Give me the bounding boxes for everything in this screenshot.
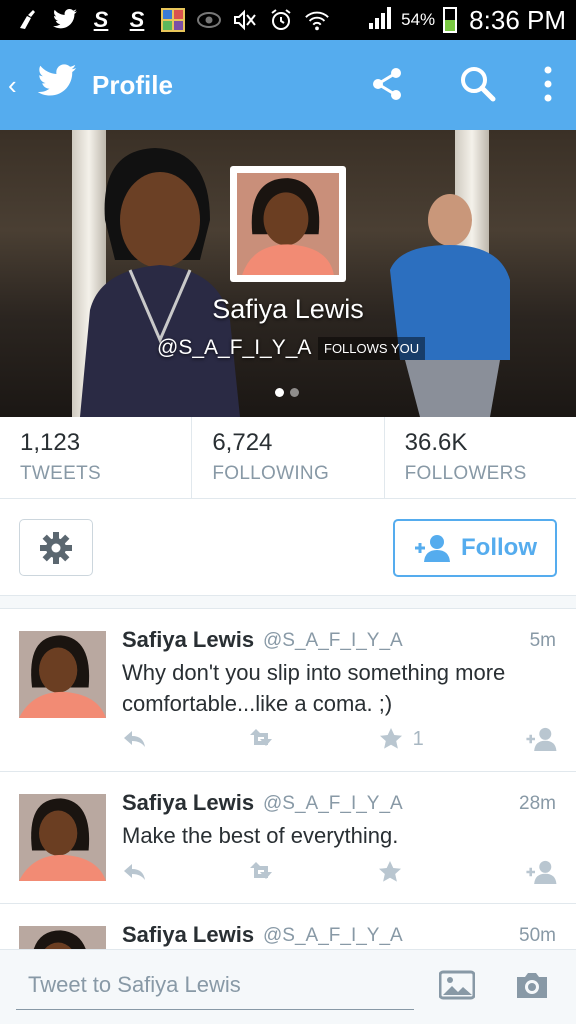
tweet-actions: 1 bbox=[122, 727, 558, 751]
tweet-compose-input[interactable]: Tweet to Safiya Lewis bbox=[16, 972, 414, 1010]
page-title: Profile bbox=[92, 70, 173, 100]
reply-icon[interactable] bbox=[122, 862, 148, 882]
header-page-indicator bbox=[275, 388, 299, 397]
page-dot bbox=[290, 388, 299, 397]
battery-icon bbox=[443, 7, 458, 33]
eye-icon bbox=[196, 7, 222, 33]
follows-you-badge: FOLLOWS YOU bbox=[318, 337, 426, 360]
back-chevron-icon[interactable]: ‹ bbox=[8, 70, 17, 101]
tweet-timestamp: 50m bbox=[519, 925, 556, 946]
wifi-icon bbox=[304, 7, 330, 33]
stat-value: 1,123 bbox=[20, 429, 81, 456]
profile-handle: @S_A_F_I_Y_A bbox=[157, 336, 312, 359]
avatar-photo bbox=[237, 173, 339, 275]
s-app-icon: S bbox=[93, 7, 109, 32]
stat-tweets[interactable]: 1,123 TWEETS bbox=[0, 417, 193, 498]
gear-icon bbox=[40, 531, 72, 564]
tweet-author-handle: @S_A_F_I_Y_A bbox=[263, 630, 403, 651]
tweet-timestamp: 28m bbox=[519, 793, 556, 814]
follow-user-icon[interactable] bbox=[524, 727, 558, 751]
profile-header[interactable]: Safiya Lewis @S_A_F_I_Y_A FOLLOWS YOU bbox=[0, 130, 576, 417]
favorite-count: 1 bbox=[412, 727, 424, 750]
retweet-icon[interactable] bbox=[248, 862, 278, 882]
stat-value: 36.6K bbox=[404, 429, 468, 456]
tweet-item[interactable]: Safiya Lewis @S_A_F_I_Y_A 5m Why don't y… bbox=[0, 609, 576, 772]
tweet-author-handle: @S_A_F_I_Y_A bbox=[263, 925, 403, 946]
status-bar: S S 54% 8:36 PM bbox=[0, 0, 576, 40]
settings-button[interactable] bbox=[19, 519, 93, 576]
star-icon bbox=[379, 861, 401, 882]
star-icon bbox=[379, 728, 402, 749]
share-icon[interactable] bbox=[368, 64, 408, 104]
header-photo-person bbox=[80, 148, 240, 417]
tweet-timeline: Safiya Lewis @S_A_F_I_Y_A 5m Why don't y… bbox=[0, 609, 576, 949]
tweet-author-name[interactable]: Safiya Lewis bbox=[122, 790, 254, 816]
tweet-item[interactable]: Safiya Lewis @S_A_F_I_Y_A 28m Make the b… bbox=[0, 772, 576, 904]
stat-label: FOLLOWING bbox=[212, 463, 330, 484]
clock: 8:36 PM bbox=[469, 4, 566, 35]
stat-value: 6,724 bbox=[212, 429, 273, 456]
camera-icon[interactable] bbox=[514, 970, 550, 1005]
follow-label: Follow bbox=[461, 534, 537, 561]
app-bar: ‹ Profile bbox=[0, 40, 576, 130]
profile-avatar[interactable] bbox=[230, 166, 346, 282]
tweet-avatar[interactable] bbox=[19, 794, 106, 881]
overflow-menu-icon[interactable] bbox=[528, 64, 568, 104]
tweet-text: Why don't you slip into something more c… bbox=[122, 660, 506, 716]
tweet-timestamp: 5m bbox=[529, 630, 556, 651]
twitter-icon bbox=[52, 7, 78, 33]
stat-followers[interactable]: 36.6K FOLLOWERS bbox=[385, 417, 576, 498]
tweet-text: Make the best of everything. bbox=[122, 823, 399, 848]
compose-bar: Tweet to Safiya Lewis bbox=[0, 949, 576, 1024]
favorite-button[interactable] bbox=[378, 860, 424, 884]
profile-actions: Follow bbox=[0, 499, 576, 595]
twitter-logo-icon[interactable] bbox=[36, 64, 78, 105]
tweet-author-name[interactable]: Safiya Lewis bbox=[122, 922, 254, 948]
follow-button[interactable]: Follow bbox=[393, 519, 557, 577]
page-dot bbox=[275, 388, 284, 397]
reply-icon[interactable] bbox=[122, 729, 148, 749]
tweet-item[interactable]: Safiya Lewis @S_A_F_I_Y_A 50m bbox=[0, 904, 576, 949]
search-icon[interactable] bbox=[458, 64, 498, 104]
tweet-actions bbox=[122, 860, 558, 884]
s-app-icon: S bbox=[129, 7, 145, 32]
stat-label: FOLLOWERS bbox=[404, 463, 527, 484]
tweet-author-name[interactable]: Safiya Lewis bbox=[122, 627, 254, 653]
alarm-icon bbox=[268, 7, 294, 33]
tweet-avatar[interactable] bbox=[19, 926, 106, 949]
battery-percent: 54% bbox=[401, 10, 436, 29]
image-icon[interactable] bbox=[438, 970, 476, 1005]
section-divider bbox=[0, 595, 576, 609]
add-user-icon bbox=[415, 535, 450, 562]
follow-user-icon[interactable] bbox=[524, 860, 558, 884]
cleaning-icon bbox=[16, 7, 42, 33]
gallery-icon bbox=[160, 7, 186, 33]
retweet-icon[interactable] bbox=[248, 729, 278, 749]
profile-name: Safiya Lewis bbox=[212, 294, 364, 324]
tweet-avatar[interactable] bbox=[19, 631, 106, 718]
stat-label: TWEETS bbox=[20, 463, 101, 484]
mute-icon bbox=[232, 7, 258, 33]
stat-following[interactable]: 6,724 FOLLOWING bbox=[192, 417, 385, 498]
tweet-author-handle: @S_A_F_I_Y_A bbox=[263, 793, 403, 814]
favorite-button[interactable]: 1 bbox=[379, 727, 424, 751]
signal-icon bbox=[367, 5, 393, 36]
profile-stats: 1,123 TWEETS 6,724 FOLLOWING 36.6K FOLLO… bbox=[0, 417, 576, 499]
